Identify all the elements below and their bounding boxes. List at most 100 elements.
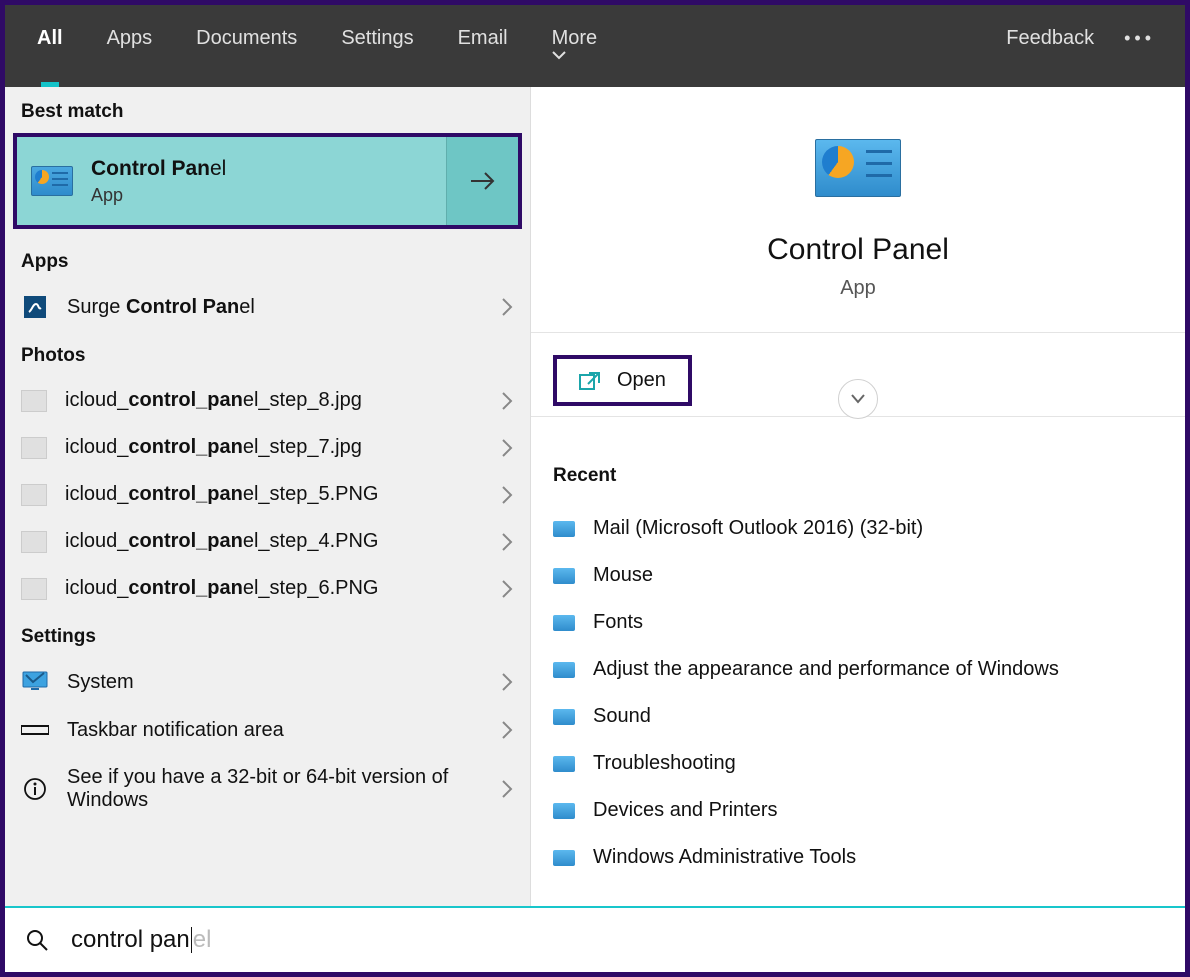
photo-result-label: icloud_control_panel_step_6.PNG [65,577,482,600]
recent-item-label: Mouse [593,564,653,587]
recent-item-label: Troubleshooting [593,752,736,775]
monitor-icon [21,670,49,694]
recent-item-label: Sound [593,705,651,728]
arrow-right-icon [469,171,497,191]
recent-item[interactable]: Fonts [553,599,1163,646]
launch-icon [579,371,601,391]
control-panel-icon [31,166,73,196]
cpl-icon [553,850,575,866]
photo-result[interactable]: icloud_control_panel_step_6.PNG [5,565,530,612]
search-typed-text: control pan [71,926,190,954]
photo-result[interactable]: icloud_control_panel_step_7.jpg [5,424,530,471]
feedback-link[interactable]: Feedback [1006,27,1094,50]
chevron-right-icon [500,484,514,506]
cpl-icon [553,521,575,537]
photo-thumbnail-icon [21,531,47,553]
preview-title: Control Panel [767,233,949,267]
actions-area: Open [531,333,1185,417]
chevron-down-icon [850,393,866,405]
recent-item-label: Windows Administrative Tools [593,846,856,869]
filter-topbar: All Apps Documents Settings Email More F… [5,5,1185,87]
tab-more-label: More [552,27,598,49]
apps-heading: Apps [5,237,530,283]
recent-heading: Recent [553,465,1163,487]
tab-apps[interactable]: Apps [85,5,175,87]
chevron-right-icon [500,578,514,600]
photo-result[interactable]: icloud_control_panel_step_4.PNG [5,518,530,565]
setting-system[interactable]: System [5,658,530,706]
best-match-title: Control Panel [91,157,226,181]
cpl-icon [553,568,575,584]
recent-item-label: Mail (Microsoft Outlook 2016) (32-bit) [593,517,923,540]
photo-thumbnail-icon [21,390,47,412]
more-options-icon[interactable]: ••• [1124,28,1155,49]
photo-thumbnail-icon [21,437,47,459]
app-result-surge[interactable]: Surge Control Panel [5,283,530,331]
search-bar[interactable]: control panel [5,906,1185,972]
setting-taskbar[interactable]: Taskbar notification area [5,706,530,754]
recent-item[interactable]: Devices and Printers [553,787,1163,834]
chevron-right-icon [500,531,514,553]
setting-bitness[interactable]: See if you have a 32-bit or 64-bit versi… [5,754,530,824]
chevron-right-icon [500,437,514,459]
preview-pane: Control Panel App Open Recent Mail (Micr… [530,87,1185,906]
recent-section: Recent Mail (Microsoft Outlook 2016) (32… [531,417,1185,891]
recent-item[interactable]: Windows Administrative Tools [553,834,1163,881]
open-button-label: Open [617,369,666,392]
best-match-title-match: Control Pan [91,157,210,180]
photo-result[interactable]: icloud_control_panel_step_8.jpg [5,377,530,424]
preview-header: Control Panel App [531,87,1185,333]
photo-thumbnail-icon [21,578,47,600]
text-caret [191,927,192,953]
photo-result-label: icloud_control_panel_step_5.PNG [65,483,482,506]
chevron-right-icon [500,719,514,741]
best-match-result[interactable]: Control Panel App [13,133,522,229]
best-match-expand-button[interactable] [446,137,518,225]
open-button[interactable]: Open [553,355,692,406]
tab-all[interactable]: All [15,5,85,87]
search-icon [25,928,49,952]
photo-result-label: icloud_control_panel_step_7.jpg [65,436,482,459]
tab-settings[interactable]: Settings [319,5,435,87]
chevron-right-icon [500,671,514,693]
best-match-title-rest: el [210,157,226,180]
content-area: Best match Control Panel App Apps [5,87,1185,906]
search-window: All Apps Documents Settings Email More F… [5,5,1185,972]
photo-result-label: icloud_control_panel_step_4.PNG [65,530,482,553]
recent-item[interactable]: Mail (Microsoft Outlook 2016) (32-bit) [553,505,1163,552]
app-result-label: Surge Control Panel [67,296,482,319]
recent-item[interactable]: Sound [553,693,1163,740]
cpl-icon [553,662,575,678]
tab-email[interactable]: Email [436,5,530,87]
recent-item[interactable]: Mouse [553,552,1163,599]
filter-tabs: All Apps Documents Settings Email More [15,5,627,87]
photo-thumbnail-icon [21,484,47,506]
search-autocomplete-text: el [193,926,212,954]
recent-item[interactable]: Troubleshooting [553,740,1163,787]
chevron-right-icon [500,390,514,412]
setting-label: See if you have a 32-bit or 64-bit versi… [67,766,482,812]
cpl-icon [553,803,575,819]
cpl-icon [553,615,575,631]
recent-item-label: Devices and Printers [593,799,778,822]
setting-label: Taskbar notification area [67,719,482,742]
photo-result-label: icloud_control_panel_step_8.jpg [65,389,482,412]
taskbar-icon [21,718,49,742]
preview-subtitle: App [840,277,876,300]
expand-actions-button[interactable] [838,379,878,419]
chevron-down-icon [552,50,606,60]
photo-result[interactable]: icloud_control_panel_step_5.PNG [5,471,530,518]
tab-more[interactable]: More [530,5,628,87]
photos-heading: Photos [5,331,530,377]
chevron-right-icon [500,778,514,800]
recent-item-label: Adjust the appearance and performance of… [593,658,1059,681]
recent-item[interactable]: Adjust the appearance and performance of… [553,646,1163,693]
surge-icon [21,295,49,319]
tab-documents[interactable]: Documents [174,5,319,87]
info-icon [21,777,49,801]
results-pane: Best match Control Panel App Apps [5,87,530,906]
best-match-main: Control Panel App [17,137,446,225]
setting-label: System [67,671,482,694]
search-input[interactable]: control panel [71,926,211,954]
topbar-right: Feedback ••• [1006,5,1175,50]
